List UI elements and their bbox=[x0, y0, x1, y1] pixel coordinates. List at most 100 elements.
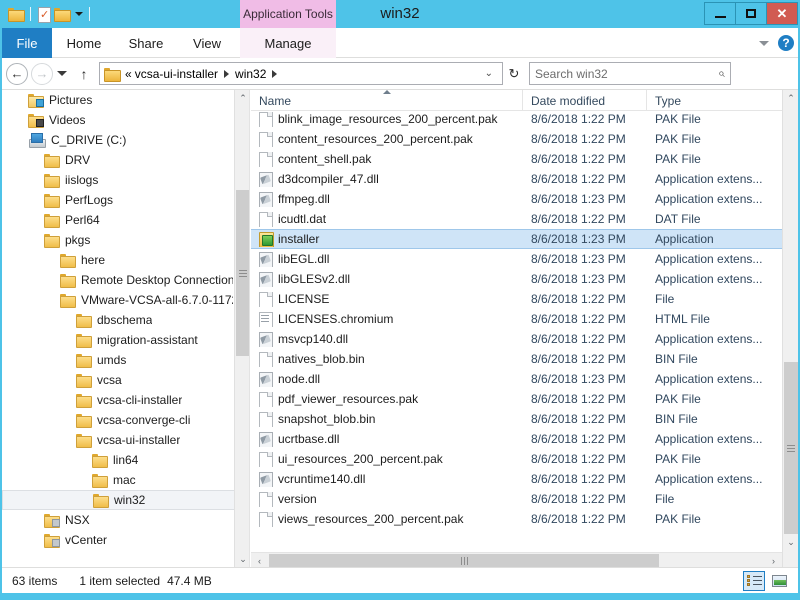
refresh-button[interactable]: ↻ bbox=[503, 62, 525, 85]
sidebar-item-c-drive-c[interactable]: C_DRIVE (C:) bbox=[2, 130, 235, 150]
recent-locations-caret-icon[interactable] bbox=[57, 71, 67, 76]
help-icon[interactable]: ? bbox=[778, 35, 794, 51]
sidebar-item-dbschema[interactable]: dbschema bbox=[2, 310, 235, 330]
file-type-cell: PAK File bbox=[655, 452, 701, 466]
sidebar-item-umds[interactable]: umds bbox=[2, 350, 235, 370]
breadcrumb-chevron-icon[interactable] bbox=[224, 69, 230, 78]
table-row[interactable]: LICENSES.chromium 8/6/2018 1:22 PM HTML Fi… bbox=[251, 309, 782, 329]
minimize-button[interactable] bbox=[704, 2, 736, 25]
sidebar-item-label: vcsa bbox=[97, 373, 122, 387]
folder-icon[interactable] bbox=[8, 7, 25, 22]
table-row[interactable]: ui_resources_200_percent.pak 8/6/2018 1:2… bbox=[251, 449, 782, 469]
sidebar-scrollbar-thumb[interactable] bbox=[236, 190, 249, 356]
scroll-right-icon[interactable]: › bbox=[765, 553, 782, 569]
properties-icon[interactable] bbox=[37, 6, 52, 23]
scroll-up-icon[interactable]: ⌃ bbox=[235, 90, 249, 107]
file-type-cell: Application bbox=[655, 232, 714, 246]
details-view-button[interactable] bbox=[743, 570, 765, 591]
tab-view[interactable]: View bbox=[178, 28, 236, 58]
forward-button[interactable]: → bbox=[31, 62, 53, 85]
sidebar-item-vmware-vcsa-all-6-7-0-117268[interactable]: VMware-VCSA-all-6.7.0-117268 bbox=[2, 290, 235, 310]
breadcrumb-win32[interactable]: win32 bbox=[232, 67, 269, 81]
sidebar-item-iislogs[interactable]: iislogs bbox=[2, 170, 235, 190]
table-row[interactable]: natives_blob.bin 8/6/2018 1:22 PM BIN File bbox=[251, 349, 782, 369]
sidebar-item-remote-desktop-connection-m[interactable]: Remote Desktop Connection M bbox=[2, 270, 235, 290]
sidebar-item-vcsa[interactable]: vcsa bbox=[2, 370, 235, 390]
sidebar-item-lin64[interactable]: lin64 bbox=[2, 450, 235, 470]
sidebar-item-drv[interactable]: DRV bbox=[2, 150, 235, 170]
address-breadcrumb-bar[interactable]: « vcsa-ui-installer win32 ⌄ bbox=[99, 62, 503, 85]
breadcrumb-vcsa-ui-installer[interactable]: vcsa-ui-installer bbox=[132, 67, 221, 81]
sidebar-scrollbar[interactable]: ⌃ ⌄ bbox=[234, 90, 249, 568]
search-icon[interactable]: ⌕ bbox=[718, 66, 725, 81]
address-dropdown-icon[interactable]: ⌄ bbox=[480, 68, 498, 79]
sidebar-item-here[interactable]: here bbox=[2, 250, 235, 270]
table-row[interactable]: views_resources_200_percent.pak 8/6/2018 … bbox=[251, 509, 782, 529]
tab-home[interactable]: Home bbox=[54, 28, 114, 58]
table-row[interactable]: msvcp140.dll 8/6/2018 1:22 PM Application … bbox=[251, 329, 782, 349]
search-placeholder: Search win32 bbox=[535, 66, 608, 81]
sidebar-item-videos[interactable]: Videos bbox=[2, 110, 235, 130]
table-row[interactable]: snapshot_blob.bin 8/6/2018 1:22 PM BIN Fil… bbox=[251, 409, 782, 429]
tab-share[interactable]: Share bbox=[116, 28, 176, 58]
column-header-name[interactable]: Name bbox=[251, 90, 523, 111]
horizontal-scrollbar-thumb[interactable] bbox=[269, 553, 659, 568]
back-button[interactable]: ← bbox=[6, 62, 28, 85]
sidebar-item-pictures[interactable]: Pictures bbox=[2, 90, 235, 110]
scroll-down-icon[interactable]: ⌄ bbox=[235, 551, 249, 568]
file-list-scrollbar-thumb[interactable] bbox=[784, 362, 798, 535]
folder-icon bbox=[44, 153, 60, 168]
file-name-cell: installer bbox=[251, 231, 523, 247]
sidebar-item-vcsa-cli-installer[interactable]: vcsa-cli-installer bbox=[2, 390, 235, 410]
table-row[interactable]: pdf_viewer_resources.pak 8/6/2018 1:22 PM… bbox=[251, 389, 782, 409]
search-input[interactable]: Search win32 ⌕ bbox=[529, 62, 731, 85]
chevron-down-icon[interactable] bbox=[759, 40, 769, 46]
restore-button[interactable] bbox=[735, 2, 767, 25]
file-name-label: pdf_viewer_resources.pak bbox=[278, 392, 419, 406]
table-row[interactable]: content_shell.pak 8/6/2018 1:22 PM PAK Fil… bbox=[251, 149, 782, 169]
folder-icon bbox=[92, 473, 108, 488]
restore-icon bbox=[746, 9, 756, 18]
sidebar-item-migration-assistant[interactable]: migration-assistant bbox=[2, 330, 235, 350]
sidebar-item-vcsa-converge-cli[interactable]: vcsa-converge-cli bbox=[2, 410, 235, 430]
scroll-left-icon[interactable]: ‹ bbox=[251, 553, 268, 569]
file-list-vertical-scrollbar[interactable]: ⌃ ⌄ bbox=[782, 90, 798, 568]
scroll-down-icon[interactable]: ⌄ bbox=[783, 534, 798, 551]
table-row[interactable]: version 8/6/2018 1:22 PM File bbox=[251, 489, 782, 509]
table-row[interactable]: libEGL.dll 8/6/2018 1:23 PM Application ex… bbox=[251, 249, 782, 269]
table-row[interactable]: blink_image_resources_200_percent.pak 8/6… bbox=[251, 109, 782, 129]
column-header-date-modified[interactable]: Date modified bbox=[523, 90, 647, 111]
table-row[interactable]: content_resources_200_percent.pak 8/6/201… bbox=[251, 129, 782, 149]
new-folder-icon[interactable] bbox=[54, 7, 71, 22]
customize-caret-icon[interactable] bbox=[75, 12, 83, 16]
large-icons-view-button[interactable] bbox=[768, 571, 790, 591]
sidebar-item-vcsa-ui-installer[interactable]: vcsa-ui-installer bbox=[2, 430, 235, 450]
title-bar: win32 Application Tools ✕ bbox=[0, 0, 800, 28]
scroll-up-icon[interactable]: ⌃ bbox=[783, 90, 798, 107]
breadcrumb-chevron-icon[interactable] bbox=[272, 69, 278, 78]
sidebar-item-nsx[interactable]: NSX bbox=[2, 510, 235, 530]
table-row[interactable]: LICENSE 8/6/2018 1:22 PM File bbox=[251, 289, 782, 309]
close-button[interactable]: ✕ bbox=[766, 2, 798, 25]
sidebar-item-perflogs[interactable]: PerfLogs bbox=[2, 190, 235, 210]
table-row[interactable]: d3dcompiler_47.dll 8/6/2018 1:22 PM Applic… bbox=[251, 169, 782, 189]
table-row[interactable]: ffmpeg.dll 8/6/2018 1:23 PM Application ex… bbox=[251, 189, 782, 209]
sidebar-item-pkgs[interactable]: pkgs bbox=[2, 230, 235, 250]
column-header-type[interactable]: Type bbox=[647, 90, 782, 111]
table-row[interactable]: vcruntime140.dll 8/6/2018 1:22 PM Applicat… bbox=[251, 469, 782, 489]
table-row[interactable]: icudtl.dat 8/6/2018 1:22 PM DAT File bbox=[251, 209, 782, 229]
tab-manage[interactable]: Manage bbox=[240, 28, 336, 58]
sidebar-item-vcenter[interactable]: vCenter bbox=[2, 530, 235, 550]
sidebar-item-perl64[interactable]: Perl64 bbox=[2, 210, 235, 230]
tab-file[interactable]: File bbox=[2, 28, 52, 58]
dll-file-icon bbox=[259, 371, 273, 387]
up-button[interactable]: ↑ bbox=[75, 62, 93, 85]
table-row[interactable]: installer 8/6/2018 1:23 PM Application bbox=[251, 229, 782, 249]
file-list-horizontal-scrollbar[interactable]: ‹ › bbox=[251, 552, 782, 568]
breadcrumb-overflow[interactable]: « bbox=[125, 67, 132, 81]
table-row[interactable]: libGLESv2.dll 8/6/2018 1:23 PM Application… bbox=[251, 269, 782, 289]
sidebar-item-mac[interactable]: mac bbox=[2, 470, 235, 490]
table-row[interactable]: ucrtbase.dll 8/6/2018 1:22 PM Application … bbox=[251, 429, 782, 449]
sidebar-item-win32[interactable]: win32 bbox=[2, 490, 235, 510]
table-row[interactable]: node.dll 8/6/2018 1:23 PM Application exte… bbox=[251, 369, 782, 389]
